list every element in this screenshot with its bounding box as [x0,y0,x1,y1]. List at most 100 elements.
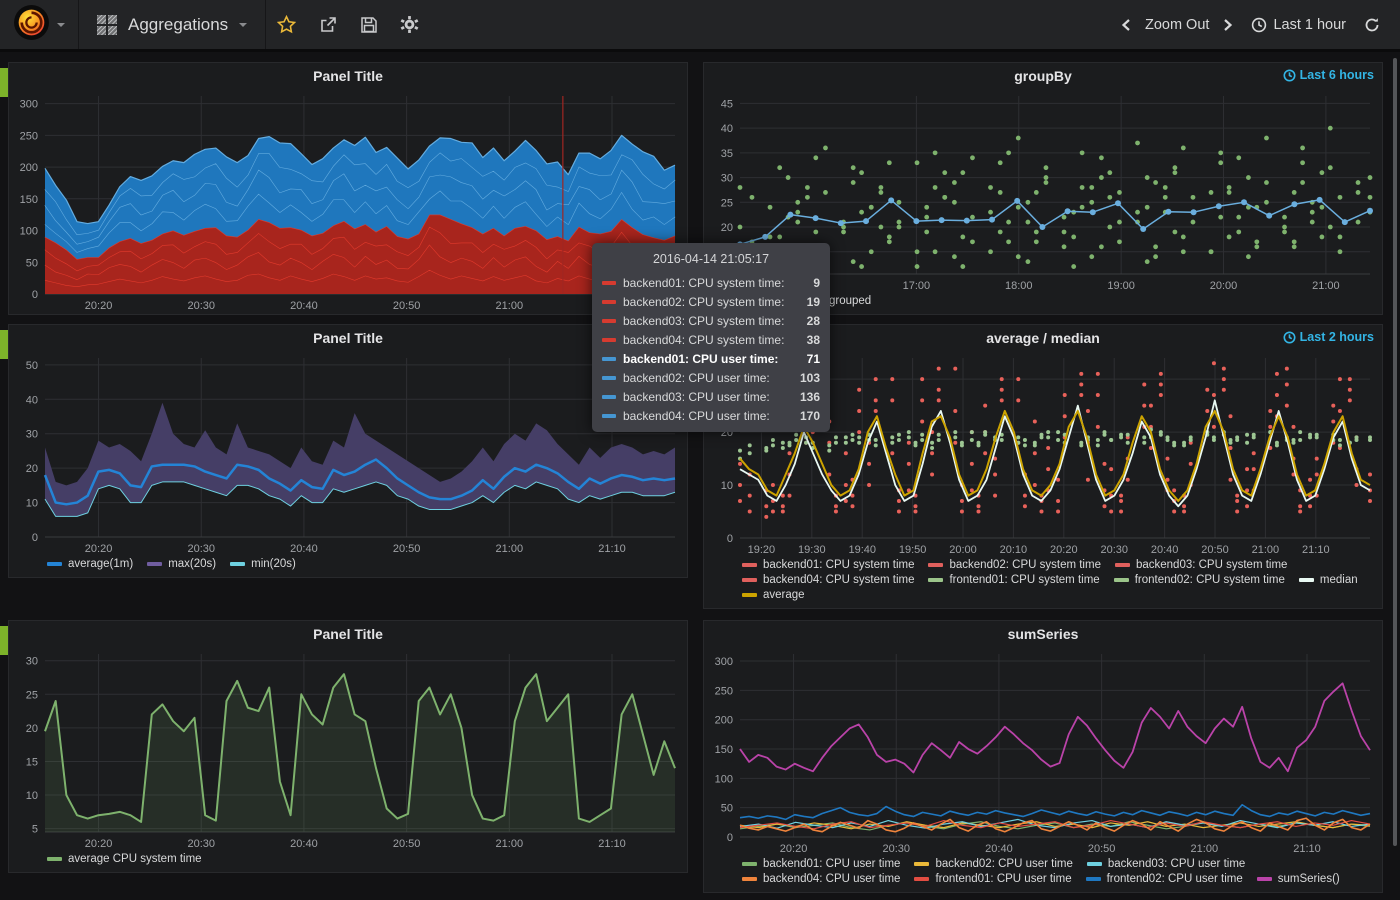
time-shift-forward-button[interactable] [1215,10,1241,40]
svg-text:0: 0 [32,289,38,301]
settings-button[interactable] [389,0,430,51]
legend-item[interactable]: sumSeries() [1257,873,1340,885]
grafana-logo-menu[interactable] [0,0,79,49]
svg-text:20:40: 20:40 [1151,544,1179,556]
share-icon [319,16,337,34]
panel-middle-left: Panel Title 20:20 20:30 20:40 20:50 21:00 21:… [8,324,688,578]
svg-text:20:50: 20:50 [1201,544,1229,556]
tooltip-timestamp: 2016-04-14 21:05:17 [602,252,820,266]
legend-item[interactable]: frontend02: CPU system time [1114,574,1285,586]
panel-title[interactable]: Panel Title [9,325,687,350]
svg-text:0: 0 [727,533,733,545]
legend-item[interactable]: median [1299,574,1358,586]
svg-text:20:40: 20:40 [290,543,318,555]
graph-tooltip: 2016-04-14 21:05:17 backend01: CPU syste… [592,243,830,432]
tooltip-series-row: backend01: CPU user time:71 [602,349,820,368]
graph-canvas[interactable]: 20:2020:3020:4020:5021:0021:100102030405… [9,350,687,557]
caret-down-icon [239,23,247,27]
svg-text:20:50: 20:50 [393,300,421,312]
chevron-left-icon [1120,18,1132,32]
svg-text:50: 50 [26,360,38,372]
legend-item[interactable]: average(1m) [47,558,133,570]
graph-canvas[interactable]: 20:2020:3020:4020:5021:0021:105101520253… [9,646,687,852]
legend-item[interactable]: frontend01: CPU user time [914,873,1071,885]
svg-text:21:00: 21:00 [1191,843,1219,855]
svg-text:19:40: 19:40 [848,544,876,556]
svg-text:150: 150 [20,194,38,206]
star-icon [277,15,296,34]
legend-item[interactable]: backend03: CPU user time [1087,858,1245,870]
graph-canvas[interactable]: 20:2020:3020:4020:5021:0021:100501001502… [9,88,687,314]
svg-text:250: 250 [715,685,733,697]
save-button[interactable] [348,0,389,51]
svg-text:300: 300 [20,99,38,111]
svg-text:20:30: 20:30 [187,543,215,555]
svg-text:50: 50 [721,803,733,815]
svg-text:10: 10 [721,480,733,492]
legend-item[interactable]: backend04: CPU system time [742,574,914,586]
panel-title[interactable]: Panel Title [9,621,687,646]
dashboard-picker[interactable]: Aggregations [79,0,266,49]
time-shift-back-button[interactable] [1113,10,1139,40]
svg-text:50: 50 [26,257,38,269]
svg-text:100: 100 [715,773,733,785]
legend-item[interactable]: backend01: CPU system time [742,559,914,571]
svg-text:150: 150 [715,744,733,756]
svg-text:0: 0 [727,832,733,844]
share-button[interactable] [307,0,348,51]
panel-sumseries: sumSeries 20:2020:3020:4020:5021:0021:10… [703,620,1383,893]
svg-text:21:10: 21:10 [598,838,626,850]
legend-item[interactable]: average CPU system time [47,853,202,865]
legend-item[interactable]: max(20s) [147,558,216,570]
svg-text:20:40: 20:40 [985,843,1013,855]
save-icon [360,16,378,34]
svg-text:20:30: 20:30 [882,843,910,855]
legend-item[interactable]: backend01: CPU user time [742,858,900,870]
legend-item[interactable]: backend02: CPU system time [928,559,1100,571]
star-button[interactable] [266,0,307,51]
time-range-picker[interactable]: Last 1 hour [1241,17,1356,33]
tooltip-series-row: backend04: CPU system time:38 [602,330,820,349]
svg-text:20:20: 20:20 [780,843,808,855]
svg-text:15: 15 [26,756,38,768]
svg-text:19:20: 19:20 [748,544,776,556]
svg-text:20:20: 20:20 [85,543,113,555]
svg-text:20: 20 [721,222,733,234]
svg-text:30: 30 [26,656,38,668]
time-override-badge: Last 2 hours [1283,330,1374,344]
svg-text:30: 30 [721,173,733,185]
svg-text:40: 40 [26,394,38,406]
clock-icon [1283,331,1296,344]
clock-icon [1251,17,1267,33]
legend-item[interactable]: frontend01: CPU system time [928,574,1099,586]
page-scrollbar[interactable] [1393,58,1397,846]
clock-icon [1283,69,1296,82]
legend-item[interactable]: backend03: CPU system time [1115,559,1287,571]
graph-canvas[interactable]: 20:2020:3020:4020:5021:0021:100501001502… [704,646,1382,857]
legend-item[interactable]: frontend02: CPU user time [1086,873,1243,885]
svg-text:20:50: 20:50 [393,543,421,555]
svg-text:0: 0 [32,532,38,544]
legend-item[interactable]: min(20s) [230,558,296,570]
svg-text:40: 40 [721,123,733,135]
svg-text:19:30: 19:30 [798,544,826,556]
svg-text:21:00: 21:00 [496,543,524,555]
svg-text:21:00: 21:00 [496,300,524,312]
legend-item[interactable]: backend02: CPU user time [914,858,1072,870]
panel-bottom-left: Panel Title 20:2020:3020:4020:5021:0021:… [8,620,688,873]
svg-text:5: 5 [32,824,38,836]
svg-text:20:40: 20:40 [290,300,318,312]
panel-title[interactable]: groupBy Last 6 hours [704,63,1382,88]
svg-text:21:10: 21:10 [598,543,626,555]
svg-text:20:50: 20:50 [393,838,421,850]
svg-text:30: 30 [26,429,38,441]
svg-text:20:30: 20:30 [187,300,215,312]
panel-title[interactable]: Panel Title [9,63,687,88]
tooltip-series-row: backend02: CPU user time:103 [602,368,820,387]
zoom-out-button[interactable]: Zoom Out [1139,17,1215,33]
refresh-button[interactable] [1356,0,1388,51]
legend-item[interactable]: backend04: CPU user time [742,873,900,885]
panel-title[interactable]: sumSeries [704,621,1382,646]
legend-item[interactable]: average [742,589,805,601]
svg-text:25: 25 [721,197,733,209]
